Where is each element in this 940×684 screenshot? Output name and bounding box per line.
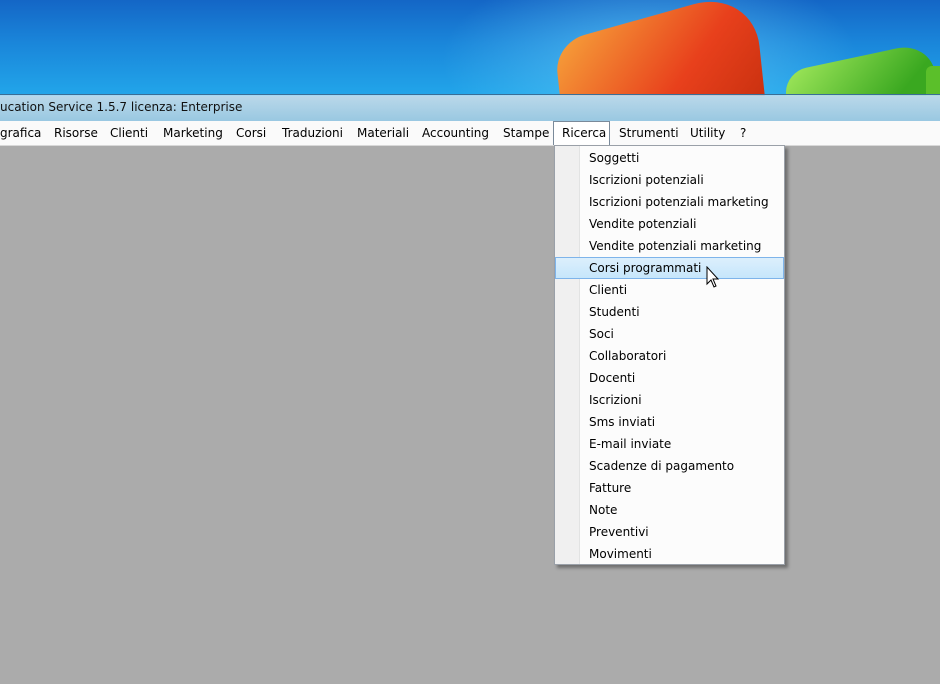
menu-item-clienti[interactable]: Clienti bbox=[555, 279, 784, 301]
menu-accounting[interactable]: Accounting bbox=[422, 121, 489, 145]
menu-item-sms-inviati[interactable]: Sms inviati bbox=[555, 411, 784, 433]
windows-logo-green-fragment bbox=[926, 66, 940, 96]
menu-item-studenti[interactable]: Studenti bbox=[555, 301, 784, 323]
menu-item-corsi-programmati[interactable]: Corsi programmati bbox=[555, 257, 784, 279]
menu-item-soci[interactable]: Soci bbox=[555, 323, 784, 345]
menu-item-iscrizioni[interactable]: Iscrizioni bbox=[555, 389, 784, 411]
menu-bar: grafica Risorse Clienti Marketing Corsi … bbox=[0, 121, 940, 146]
menu-item-note[interactable]: Note bbox=[555, 499, 784, 521]
menu-anagrafica[interactable]: grafica bbox=[0, 121, 41, 145]
menu-item-movimenti[interactable]: Movimenti bbox=[555, 543, 784, 565]
application-workspace bbox=[0, 146, 940, 684]
window-titlebar[interactable]: ucation Service 1.5.7 licenza: Enterpris… bbox=[0, 94, 940, 121]
menu-risorse[interactable]: Risorse bbox=[54, 121, 98, 145]
menu-item-vendite-potenziali-marketing[interactable]: Vendite potenziali marketing bbox=[555, 235, 784, 257]
menu-item-vendite-potenziali[interactable]: Vendite potenziali bbox=[555, 213, 784, 235]
menu-help[interactable]: ? bbox=[740, 121, 746, 145]
menu-utility[interactable]: Utility bbox=[690, 121, 725, 145]
menu-item-soggetti[interactable]: Soggetti bbox=[555, 147, 784, 169]
menu-item-scadenze-di-pagamento[interactable]: Scadenze di pagamento bbox=[555, 455, 784, 477]
menu-item-docenti[interactable]: Docenti bbox=[555, 367, 784, 389]
menu-clienti[interactable]: Clienti bbox=[110, 121, 148, 145]
desktop-wallpaper bbox=[0, 0, 940, 96]
menu-marketing[interactable]: Marketing bbox=[163, 121, 223, 145]
menu-item-fatture[interactable]: Fatture bbox=[555, 477, 784, 499]
menu-item-email-inviate[interactable]: E-mail inviate bbox=[555, 433, 784, 455]
window-title: ucation Service 1.5.7 licenza: Enterpris… bbox=[0, 100, 243, 114]
ricerca-dropdown-menu: Soggetti Iscrizioni potenziali Iscrizion… bbox=[554, 145, 785, 565]
menu-item-iscrizioni-potenziali-marketing[interactable]: Iscrizioni potenziali marketing bbox=[555, 191, 784, 213]
menu-item-collaboratori[interactable]: Collaboratori bbox=[555, 345, 784, 367]
menu-traduzioni[interactable]: Traduzioni bbox=[282, 121, 343, 145]
arrow-cursor-icon bbox=[706, 266, 720, 288]
menu-stampe[interactable]: Stampe bbox=[503, 121, 549, 145]
menu-corsi[interactable]: Corsi bbox=[236, 121, 266, 145]
menu-materiali[interactable]: Materiali bbox=[357, 121, 409, 145]
menu-ricerca[interactable]: Ricerca bbox=[553, 121, 610, 145]
menu-item-preventivi[interactable]: Preventivi bbox=[555, 521, 784, 543]
menu-strumenti[interactable]: Strumenti bbox=[619, 121, 679, 145]
menu-item-iscrizioni-potenziali[interactable]: Iscrizioni potenziali bbox=[555, 169, 784, 191]
